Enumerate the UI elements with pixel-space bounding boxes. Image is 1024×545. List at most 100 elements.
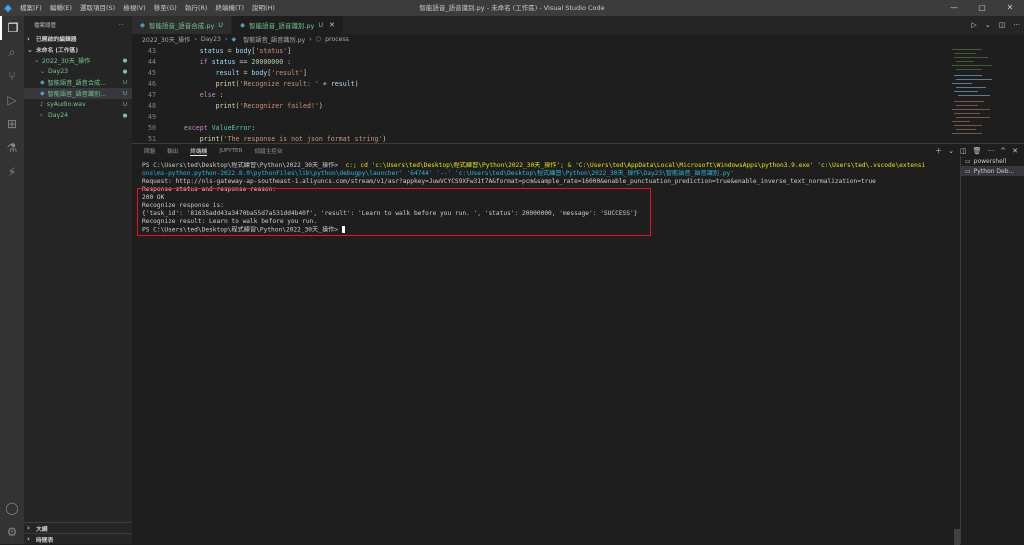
chevron-right-icon: › (27, 524, 30, 532)
line-number: 47 (148, 90, 156, 99)
split-editor-icon[interactable]: ◫ (999, 21, 1006, 29)
tree-item-label: Day24 (48, 112, 69, 119)
maximize-button[interactable]: ▢ (968, 0, 996, 16)
menu-view[interactable]: 檢視(V) (119, 0, 150, 16)
code-line: 43 status = body['status'] (132, 45, 1024, 56)
tree-file-synthesis[interactable]: ◆ 智能語音_語音合成... U (24, 77, 132, 88)
editor-actions: ▷ ⌄ ◫ ··· (971, 16, 1020, 34)
tab-synthesis[interactable]: ◆ 智能語音_語音合成.py U (132, 16, 233, 34)
menu-go[interactable]: 移至(G) (150, 0, 181, 16)
split-terminal-icon[interactable]: ◫ (960, 147, 967, 155)
tree-file-recognition[interactable]: ◆ 智能語音_語音識別... U (24, 88, 132, 99)
account-icon[interactable]: ◯ (0, 496, 24, 520)
menu-edit[interactable]: 編輯(E) (46, 0, 76, 16)
code-line: 48 print('Recognizer failed!') (132, 100, 1024, 111)
code-line: 46 print('Recognize result: ' + result) (132, 78, 1024, 89)
chevron-right-icon: › (27, 34, 30, 43)
tab-jupyter[interactable]: JUPYTER (219, 148, 242, 154)
settings-gear-icon[interactable]: ⚙ (0, 520, 24, 544)
tab-debug-console[interactable]: 偵錯主控台 (254, 147, 282, 155)
menu-run[interactable]: 執行(R) (181, 0, 212, 16)
extensions-icon[interactable]: ⊞ (0, 112, 24, 136)
tree-folder-2022[interactable]: ⌄ 2022_30天_操作 ● (24, 55, 132, 66)
terminal-instance-powershell[interactable]: ▭ powershell (961, 156, 1024, 166)
breadcrumb-item[interactable]: 2022_30天_操作 (142, 35, 190, 44)
terminal-command: c:; cd 'c:\Users\ted\Desktop\程式練習\Python… (341, 162, 926, 169)
search-icon[interactable]: ⌕ (0, 40, 24, 64)
code-line: 45 result = body['result'] (132, 67, 1024, 78)
menu-file[interactable]: 檔案(F) (16, 0, 46, 16)
sidebar-title: 檔案總管 (34, 22, 57, 29)
tree-item-label: syAudio.wav (46, 101, 86, 108)
git-status-badge: ● (122, 68, 128, 75)
tree-item-label: 智能語音_語音識別... (47, 91, 107, 98)
menu-selection[interactable]: 選取項目(S) (76, 0, 119, 16)
close-button[interactable]: ✕ (996, 0, 1024, 16)
tree-item-label: 智能語音_語音合成... (47, 80, 107, 87)
line-number: 44 (148, 57, 156, 66)
code-text: if status == 20000000 : (199, 57, 292, 66)
git-status-badge: U (122, 79, 128, 86)
menu-terminal[interactable]: 終端機(T) (211, 0, 248, 16)
code-text: except ValueError: (183, 123, 256, 132)
chevron-down-icon[interactable]: ⌄ (985, 21, 991, 29)
terminal-icon: ▭ (965, 157, 971, 165)
code-editor[interactable]: 43 status = body['status'] 44 if status … (132, 45, 1024, 154)
close-tab-icon[interactable]: ✕ (329, 21, 335, 29)
run-icon[interactable]: ▷ (971, 21, 976, 29)
explorer-icon[interactable]: ❐ (0, 16, 24, 40)
terminal-list: ▭ powershell ▭ Python Deb... (960, 156, 1024, 544)
code-line: 44 if status == 20000000 : (132, 56, 1024, 67)
close-panel-icon[interactable]: ✕ (1012, 147, 1018, 155)
outline-section[interactable]: › 大綱 (24, 522, 132, 533)
trash-icon[interactable]: 🗑 (973, 147, 982, 155)
python-file-icon: ◆ (231, 36, 237, 43)
more-actions-icon[interactable]: ··· (988, 147, 995, 155)
terminal-command: ons\ms-python.python-2022.8.0\pythonFile… (142, 170, 734, 177)
maximize-panel-icon[interactable]: ^ (1000, 147, 1006, 155)
code-text: print('Recognizer failed!') (215, 101, 323, 110)
tab-output[interactable]: 輸出 (167, 147, 178, 155)
git-status-badge: ● (122, 57, 128, 64)
git-status-badge: U (122, 101, 128, 108)
git-status-badge: U (218, 21, 224, 29)
tree-item-label: Day23 (48, 68, 69, 75)
tab-terminal[interactable]: 終端機 (190, 147, 208, 156)
workspace-section[interactable]: ⌄ 未命名 (工作區) (24, 44, 132, 55)
chevron-right-icon: › (224, 36, 228, 43)
run-debug-icon[interactable]: ▷ (0, 88, 24, 112)
tree-folder-day24[interactable]: › Day24 ● (24, 110, 132, 121)
git-status-badge: U (122, 90, 128, 97)
open-editors-section[interactable]: › 已開啟的編輯器 (24, 33, 132, 44)
terminal-text: Request: http://nls-gateway-ap-southeast… (142, 178, 876, 185)
breadcrumb-item[interactable]: process (325, 36, 349, 43)
minimize-button[interactable]: — (940, 0, 968, 16)
tab-recognition[interactable]: ◆ 智能語音_語音識別.py U ✕ (232, 16, 344, 34)
chevron-right-icon: › (194, 36, 197, 43)
more-actions-icon[interactable]: ··· (119, 22, 124, 28)
testing-icon[interactable]: ⚗ (0, 136, 24, 160)
tree-file-wav[interactable]: ♪ syAudio.wav U (24, 99, 132, 110)
new-terminal-icon[interactable]: ＋ (935, 146, 942, 156)
menu-help[interactable]: 說明(H) (248, 0, 279, 16)
timeline-section[interactable]: › 時間表 (24, 533, 132, 544)
python-file-icon: ◆ (240, 21, 246, 29)
remote-explorer-icon[interactable]: ⚡ (0, 160, 24, 184)
terminal-instance-python-debug[interactable]: ▭ Python Deb... (961, 166, 1024, 176)
tab-problems[interactable]: 問題 (144, 147, 155, 155)
more-actions-icon[interactable]: ··· (1013, 21, 1020, 29)
code-text: else : (199, 90, 224, 99)
tab-label: 智能語音_語音合成.py (149, 22, 215, 30)
terminal-instance-label: Python Deb... (973, 167, 1015, 175)
breadcrumb-item[interactable]: Day23 (201, 36, 221, 43)
minimap[interactable] (950, 45, 1010, 143)
python-file-icon: ◆ (40, 90, 45, 97)
python-file-icon: ◆ (140, 21, 145, 29)
tree-folder-day23[interactable]: ⌄ Day23 ● (24, 66, 132, 77)
code-line: 50 except ValueError: (132, 122, 1024, 133)
chevron-down-icon[interactable]: ⌄ (948, 147, 954, 155)
source-control-icon[interactable]: ⑂ (0, 64, 24, 88)
breadcrumb-item[interactable]: 智能語音_語音識別.py (243, 35, 305, 44)
code-text: result = body['result'] (215, 68, 308, 77)
chevron-down-icon: ⌄ (40, 68, 46, 75)
